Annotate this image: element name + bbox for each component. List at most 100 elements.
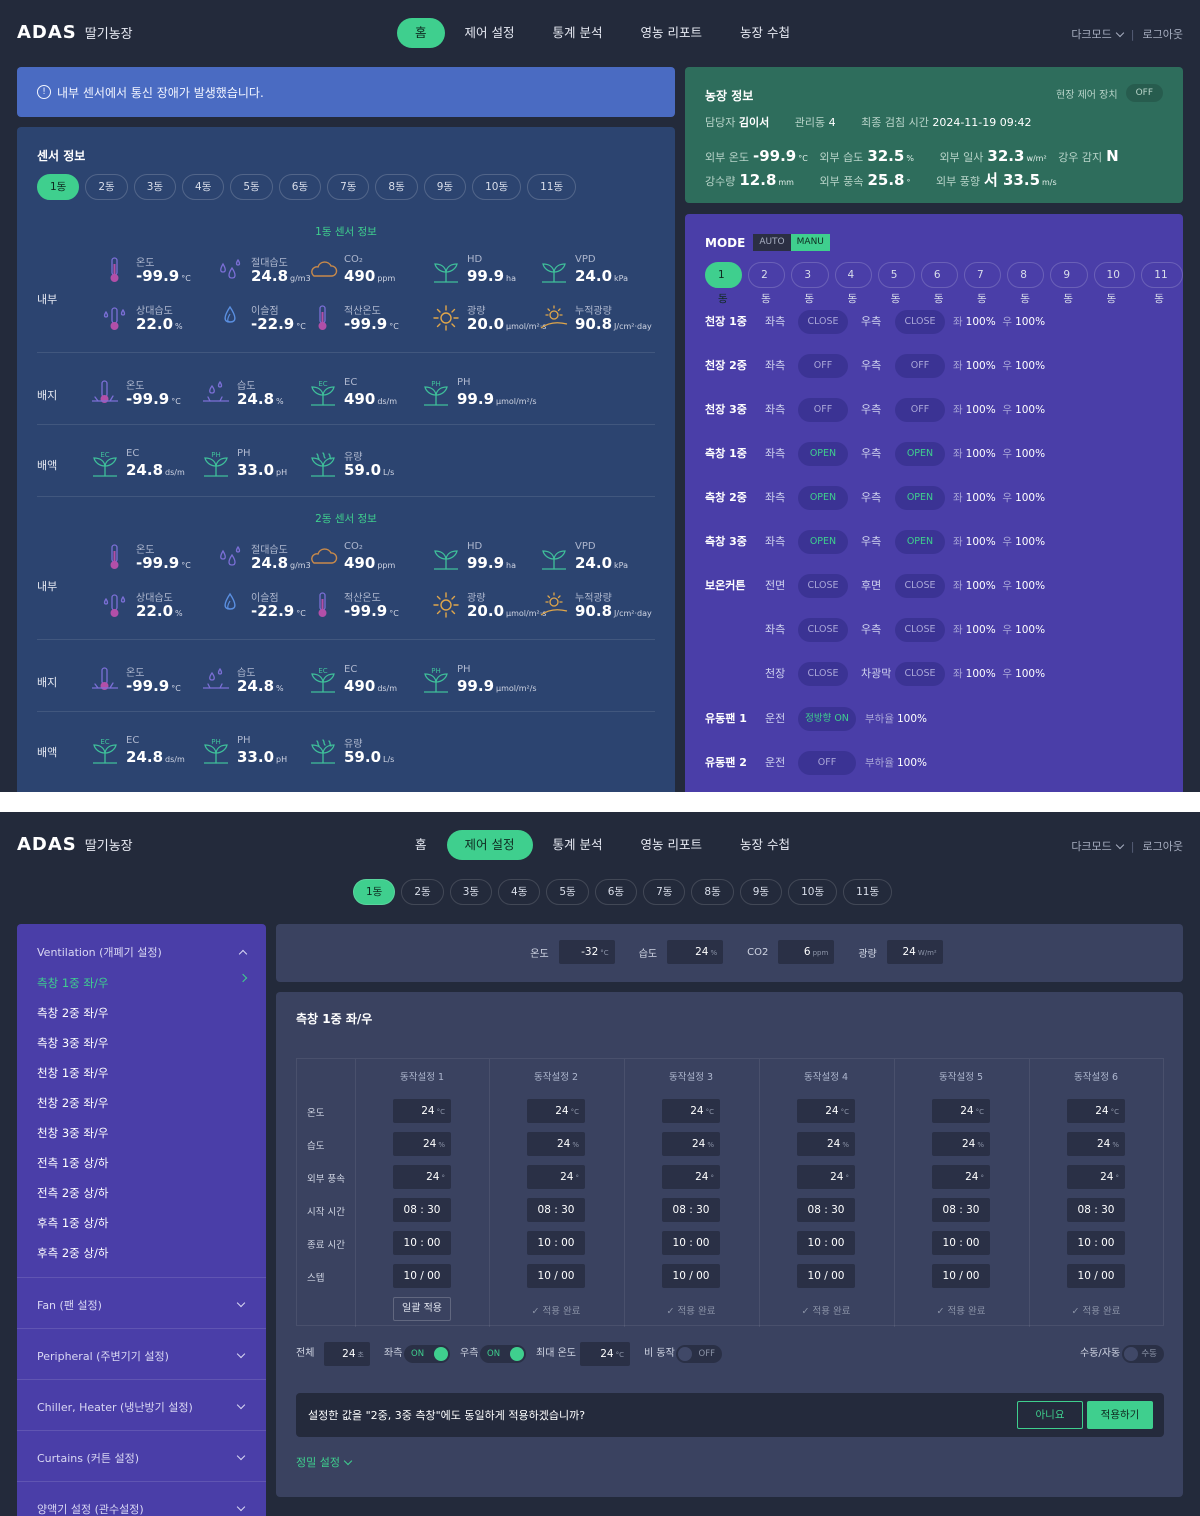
sidebar-ventilation-header[interactable]: Ventilation (개폐기 설정) [37, 944, 248, 960]
tab-building-4[interactable]: 4동 [498, 879, 541, 905]
setting-input[interactable]: 10 / 00 [662, 1264, 720, 1288]
setting-input[interactable]: 08 : 30 [393, 1198, 451, 1222]
setting-input[interactable]: 24% [662, 1132, 720, 1156]
sidebar-item-5[interactable]: 천창 2중 좌/우 [37, 1095, 246, 1111]
left-state-button[interactable]: CLOSE [798, 574, 848, 598]
setting-input[interactable]: 24 °C [1067, 1099, 1125, 1123]
right-state-button[interactable]: OFF [895, 398, 945, 422]
nav-report[interactable]: 영농 리포트 [622, 18, 719, 48]
setting-input[interactable]: 10 / 00 [797, 1264, 855, 1288]
left-state-button[interactable]: OFF [798, 354, 848, 378]
sidebar-item-9[interactable]: 후측 1중 상/하 [37, 1215, 246, 1231]
tab-building-5[interactable]: 5동 [230, 174, 273, 200]
tab-building-8[interactable]: 8동 [691, 879, 734, 905]
nav-stats[interactable]: 통계 분석 [535, 830, 621, 860]
setting-input[interactable]: 24 °C [797, 1099, 855, 1123]
left-state-button[interactable]: OPEN [798, 442, 848, 466]
darkmode-toggle[interactable]: 다크모드 [1071, 26, 1125, 42]
right-state-button[interactable]: OPEN [895, 486, 945, 510]
logo[interactable]: ADAS 딸기농장 [17, 22, 133, 43]
sidebar-group-4[interactable]: Curtains (커튼 설정) [37, 1450, 246, 1466]
tab-building-10[interactable]: 10동 [472, 174, 522, 200]
right-state-button[interactable]: CLOSE [895, 618, 945, 642]
darkmode-toggle[interactable]: 다크모드 [1071, 838, 1125, 854]
sidebar-item-10[interactable]: 후측 2중 상/하 [37, 1245, 246, 1261]
setting-input[interactable]: 10 : 00 [662, 1231, 720, 1255]
tab-building-3[interactable]: 3동 [133, 174, 177, 200]
setting-input[interactable]: 10 : 00 [797, 1231, 855, 1255]
tab-building-1[interactable]: 1동 [353, 879, 396, 905]
setting-input[interactable]: 24 °C [932, 1099, 990, 1123]
setting-input[interactable]: 24% [797, 1132, 855, 1156]
right-state-button[interactable]: OPEN [895, 530, 945, 554]
nav-control[interactable]: 제어 설정 [446, 830, 533, 860]
tab-building-2[interactable]: 2동 [748, 262, 786, 305]
cancel-button[interactable]: 아니요 [1017, 1401, 1083, 1429]
left-state-button[interactable]: CLOSE [798, 662, 848, 686]
sidebar-item-6[interactable]: 천창 3중 좌/우 [37, 1125, 246, 1141]
sidebar-item-8[interactable]: 전측 2중 상/하 [37, 1185, 246, 1201]
tab-building-6[interactable]: 6동 [278, 174, 322, 200]
tab-building-3[interactable]: 3동 [449, 879, 493, 905]
tab-building-9[interactable]: 9동 [423, 174, 467, 200]
mode-manu[interactable]: MANU [790, 234, 830, 251]
total-input[interactable]: 24 초 [324, 1342, 370, 1366]
right-state-button[interactable]: OFF [895, 354, 945, 378]
fan-state-button[interactable]: 정방향 ON [798, 707, 856, 731]
logout-link[interactable]: 로그아웃 [1143, 26, 1183, 42]
tab-building-5[interactable]: 5동 [877, 262, 915, 305]
setting-input[interactable]: 08 : 30 [797, 1198, 855, 1222]
precise-settings-toggle[interactable]: 정밀 설정 [296, 1454, 353, 1470]
tab-building-6[interactable]: 6동 [920, 262, 959, 305]
right-state-button[interactable]: CLOSE [895, 662, 945, 686]
setting-input[interactable]: 24 °C [662, 1099, 720, 1123]
setting-input[interactable]: 24% [393, 1132, 451, 1156]
onsite-toggle[interactable]: OFF [1125, 84, 1163, 102]
setting-input[interactable]: 24 °C [527, 1099, 585, 1123]
setting-input[interactable]: 10 : 00 [1067, 1231, 1125, 1255]
setting-input[interactable]: 24 ° [932, 1165, 990, 1189]
setting-input[interactable]: 10 / 00 [1067, 1264, 1125, 1288]
tab-building-4[interactable]: 4동 [182, 174, 225, 200]
tab-building-9[interactable]: 9동 [1050, 262, 1088, 305]
sidebar-item-3[interactable]: 측창 3중 좌/우 [37, 1035, 246, 1051]
nav-notebook[interactable]: 농장 수첩 [722, 18, 808, 48]
sidebar-item-1[interactable]: 측창 1중 좌/우 [37, 973, 248, 991]
max-temp-input[interactable]: 24 °C [580, 1342, 630, 1366]
setting-input[interactable]: 24 ° [797, 1165, 855, 1189]
left-state-button[interactable]: OPEN [798, 530, 848, 554]
sidebar-item-2[interactable]: 측창 2중 좌/우 [37, 1005, 246, 1021]
tab-building-11[interactable]: 11동 [843, 879, 893, 905]
setting-input[interactable]: 08 : 30 [527, 1198, 585, 1222]
sidebar-group-3[interactable]: Chiller, Heater (냉난방기 설정) [37, 1399, 246, 1415]
setting-input[interactable]: 08 : 30 [932, 1198, 990, 1222]
left-state-button[interactable]: CLOSE [798, 310, 848, 334]
tab-building-4[interactable]: 4동 [834, 262, 872, 305]
setting-input[interactable]: 24 ° [1067, 1165, 1125, 1189]
tab-building-10[interactable]: 10동 [788, 879, 838, 905]
setting-input[interactable]: 24% [527, 1132, 585, 1156]
fan-state-button[interactable]: OFF [798, 751, 856, 775]
tab-building-1[interactable]: 1동 [37, 174, 80, 200]
setting-input[interactable]: 24% [1067, 1132, 1125, 1156]
nav-notebook[interactable]: 농장 수첩 [722, 830, 808, 860]
mode-auto[interactable]: AUTO [753, 234, 791, 251]
left-toggle[interactable]: ON [404, 1345, 450, 1363]
setting-input[interactable]: 08 : 30 [1067, 1198, 1125, 1222]
apply-button[interactable]: 적용하기 [1087, 1401, 1153, 1429]
manual-toggle[interactable]: 수동 [1122, 1345, 1164, 1363]
tab-building-5[interactable]: 5동 [546, 879, 589, 905]
setting-input[interactable]: 08 : 30 [662, 1198, 720, 1222]
logout-link[interactable]: 로그아웃 [1143, 838, 1183, 854]
right-toggle[interactable]: ON [480, 1345, 526, 1363]
nav-stats[interactable]: 통계 분석 [535, 18, 621, 48]
nav-home[interactable]: 홈 [397, 18, 445, 48]
sidebar-item-4[interactable]: 천창 1중 좌/우 [37, 1065, 246, 1081]
tab-building-10[interactable]: 10동 [1093, 262, 1136, 305]
sidebar-item-7[interactable]: 전측 1중 상/하 [37, 1155, 246, 1171]
tab-building-6[interactable]: 6동 [594, 879, 638, 905]
setting-input[interactable]: 24 ° [527, 1165, 585, 1189]
setting-input[interactable]: 10 / 00 [393, 1264, 451, 1288]
tab-building-11[interactable]: 11동 [1141, 262, 1183, 305]
sidebar-group-1[interactable]: Fan (팬 설정) [37, 1297, 246, 1313]
